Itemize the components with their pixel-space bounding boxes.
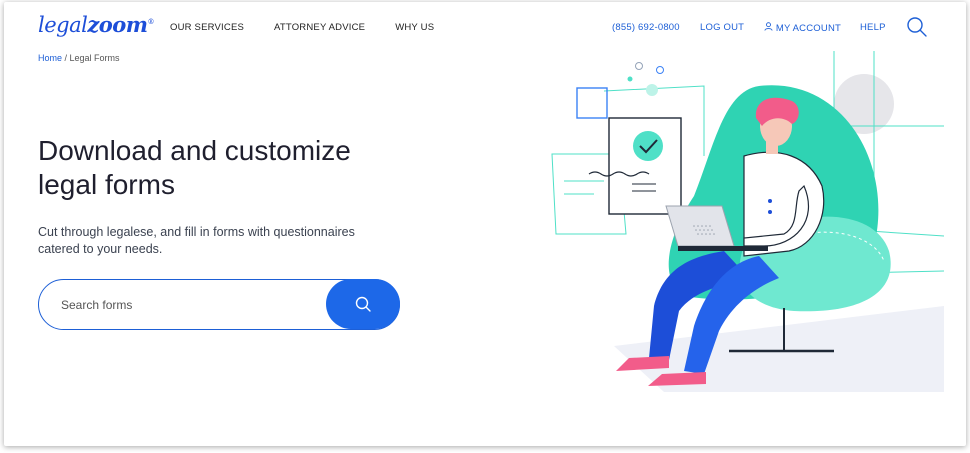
help-link[interactable]: HELP [860, 22, 900, 34]
hero-illustration [551, 51, 944, 392]
page-subtitle: Cut through legalese, and fill in forms … [38, 225, 355, 256]
user-icon [764, 22, 773, 31]
breadcrumb: Home / Legal Forms [38, 53, 120, 63]
primary-nav: OUR SERVICES ATTORNEY ADVICE WHY US [170, 22, 434, 33]
phone-link[interactable]: (855) 692-0800 [612, 22, 700, 34]
legalzoom-logo[interactable]: legalzoom® [38, 12, 154, 37]
forms-search-bar [38, 279, 400, 330]
utility-nav: (855) 692-0800 LOG OUT MY ACCOUNT HELP [612, 22, 900, 34]
nav-why-us[interactable]: WHY US [395, 22, 434, 33]
search-icon [355, 296, 371, 312]
page-title: Download and customize legal forms [38, 135, 351, 200]
breadcrumb-home[interactable]: Home [38, 53, 62, 63]
nav-our-services[interactable]: OUR SERVICES [170, 22, 244, 33]
my-account-label: MY ACCOUNT [775, 23, 842, 34]
my-account-link[interactable]: MY ACCOUNT [764, 22, 860, 34]
breadcrumb-current: Legal Forms [69, 53, 120, 63]
browser-window: legalzoom® OUR SERVICES ATTORNEY ADVICE … [4, 2, 966, 446]
search-button[interactable] [326, 279, 400, 329]
search-input[interactable] [61, 295, 311, 315]
laptop [665, 205, 735, 247]
nav-attorney-advice[interactable]: ATTORNEY ADVICE [274, 22, 365, 33]
deco-square [576, 87, 608, 119]
logout-link[interactable]: LOG OUT [700, 22, 764, 34]
search-icon[interactable] [906, 16, 928, 38]
breadcrumb-separator: / [62, 53, 70, 63]
